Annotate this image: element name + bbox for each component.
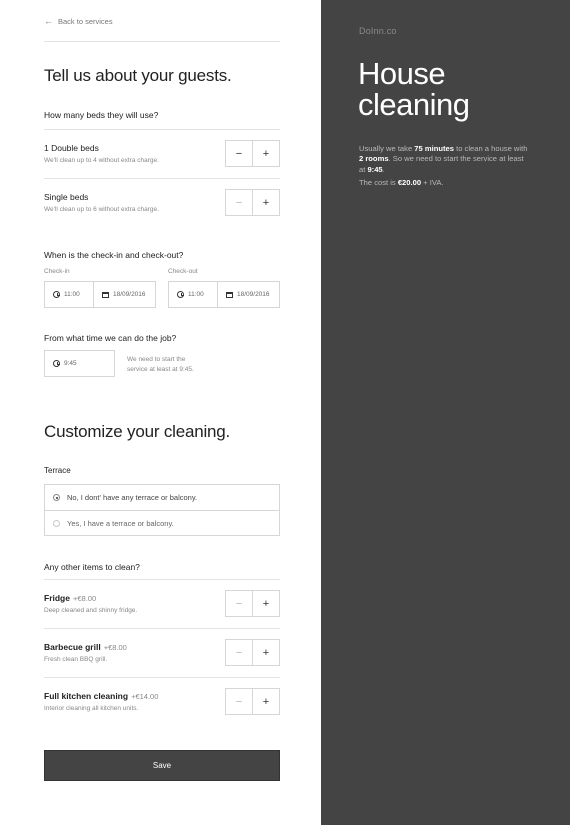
terrace-option-no[interactable]: No, I dont' have any terrace or balcony. [45, 485, 279, 510]
other-items-question: Any other items to clean? [44, 562, 140, 572]
checkin-date-value: 18/09/2016 [113, 291, 146, 298]
divider [44, 41, 280, 42]
calendar-icon [102, 291, 109, 298]
checkout-label: Check-out [168, 268, 198, 275]
info-text: Usually we take [359, 144, 415, 153]
divider [44, 178, 280, 179]
checkout-datetime: 11:00 18/09/2016 [168, 281, 280, 308]
minus-icon[interactable]: − [226, 190, 253, 215]
plus-icon[interactable]: + [253, 591, 279, 616]
divider [44, 628, 280, 629]
radio-checked-icon [53, 494, 60, 501]
job-time-hint-line: We need to start the [127, 356, 186, 363]
item-title: Barbecue grill +€8.00 [44, 642, 127, 652]
back-link-label: Back to services [58, 16, 113, 26]
single-beds-stepper: − + [225, 189, 280, 216]
divider [44, 129, 280, 130]
minus-icon[interactable]: − [226, 689, 253, 714]
clock-icon [53, 291, 60, 298]
divider [44, 579, 280, 580]
calendar-icon [226, 291, 233, 298]
arrow-left-icon: ← [44, 16, 53, 26]
job-time-hint-line: service at least at 9:45. [127, 366, 194, 373]
single-beds-title: Single beds [44, 192, 89, 202]
job-time-question: From what time we can do the job? [44, 333, 177, 343]
item-name: Barbecue grill [44, 642, 101, 652]
save-button[interactable]: Save [44, 750, 280, 781]
service-info: Usually we take 75 minutes to clean a ho… [359, 144, 531, 175]
terrace-option-label: Yes, I have a terrace or balcony. [67, 519, 174, 528]
checkout-date-value: 18/09/2016 [237, 291, 270, 298]
kitchen-stepper: − + [225, 688, 280, 715]
checkin-time-value: 11:00 [64, 291, 80, 298]
guests-heading: Tell us about your guests. [44, 66, 232, 85]
info-text: to clean a house with [453, 144, 528, 153]
fridge-stepper: − + [225, 590, 280, 617]
brand-logo: DoInn.co [359, 26, 397, 36]
terrace-option-yes[interactable]: Yes, I have a terrace or balcony. [45, 510, 279, 536]
job-time-value: 9:45 [64, 360, 77, 367]
service-title: House cleaning [358, 56, 470, 122]
single-beds-desc: We'll clean up to 6 without extra charge… [44, 206, 159, 213]
plus-icon[interactable]: + [253, 141, 279, 166]
double-beds-stepper: − + [225, 140, 280, 167]
service-title-line: House [358, 56, 446, 91]
info-minutes: 75 minutes [414, 144, 454, 153]
cost-text: The cost is [359, 178, 398, 187]
minus-icon[interactable]: − [226, 640, 253, 665]
checkin-date-field[interactable]: 18/09/2016 [94, 282, 155, 307]
item-desc: Deep cleaned and shinny fridge. [44, 607, 138, 614]
clock-icon [53, 360, 60, 367]
minus-icon[interactable]: − [226, 141, 253, 166]
plus-icon[interactable]: + [253, 640, 279, 665]
item-title: Fridge +€8.00 [44, 593, 96, 603]
checkin-question: When is the check-in and check-out? [44, 250, 184, 260]
checkin-label: Check-in [44, 268, 70, 275]
radio-unchecked-icon [53, 520, 60, 527]
double-beds-title: 1 Double beds [44, 143, 99, 153]
info-time: 9:45 [367, 164, 383, 174]
info-text: . [382, 164, 385, 174]
job-time-hint: We need to start the service at least at… [127, 355, 217, 375]
summary-panel: DoInn.co House cleaning Usually we take … [321, 0, 570, 825]
minus-icon[interactable]: − [226, 591, 253, 616]
item-price: +€8.00 [72, 594, 97, 603]
terrace-radio-group: No, I dont' have any terrace or balcony.… [44, 484, 280, 536]
item-desc: Interior cleaning all kitchen units. [44, 705, 139, 712]
checkout-date-field[interactable]: 18/09/2016 [218, 282, 279, 307]
terrace-option-label: No, I dont' have any terrace or balcony. [67, 493, 198, 502]
service-title-line: cleaning [358, 87, 470, 122]
divider [44, 677, 280, 678]
item-desc: Fresh clean BBQ grill. [44, 656, 108, 663]
plus-icon[interactable]: + [253, 190, 279, 215]
item-name: Fridge [44, 593, 70, 603]
checkin-datetime: 11:00 18/09/2016 [44, 281, 156, 308]
checkout-time-field[interactable]: 11:00 [169, 282, 218, 307]
checkin-time-field[interactable]: 11:00 [45, 282, 94, 307]
cost-value: €20.00 [397, 178, 422, 187]
checkout-time-value: 11:00 [188, 291, 204, 298]
cost-text: + IVA. [421, 178, 444, 187]
plus-icon[interactable]: + [253, 689, 279, 714]
item-name: Full kitchen cleaning [44, 691, 129, 701]
customize-heading: Customize your cleaning. [44, 422, 231, 441]
job-time-field[interactable]: 9:45 [44, 350, 115, 377]
item-price: +€14.00 [131, 692, 159, 701]
back-link[interactable]: ← Back to services [44, 16, 113, 26]
terrace-label: Terrace [44, 466, 71, 475]
service-cost: The cost is €20.00 + IVA. [359, 178, 444, 187]
item-title: Full kitchen cleaning +€14.00 [44, 691, 158, 701]
item-price: +€8.00 [103, 643, 127, 652]
beds-question: How many beds they will use? [44, 110, 159, 120]
clock-icon [177, 291, 184, 298]
double-beds-desc: We'll clean up to 4 without extra charge… [44, 157, 159, 164]
booking-form: ← Back to services Tell us about your gu… [0, 0, 321, 825]
barbecue-stepper: − + [225, 639, 280, 666]
info-rooms: 2 rooms [359, 154, 389, 164]
